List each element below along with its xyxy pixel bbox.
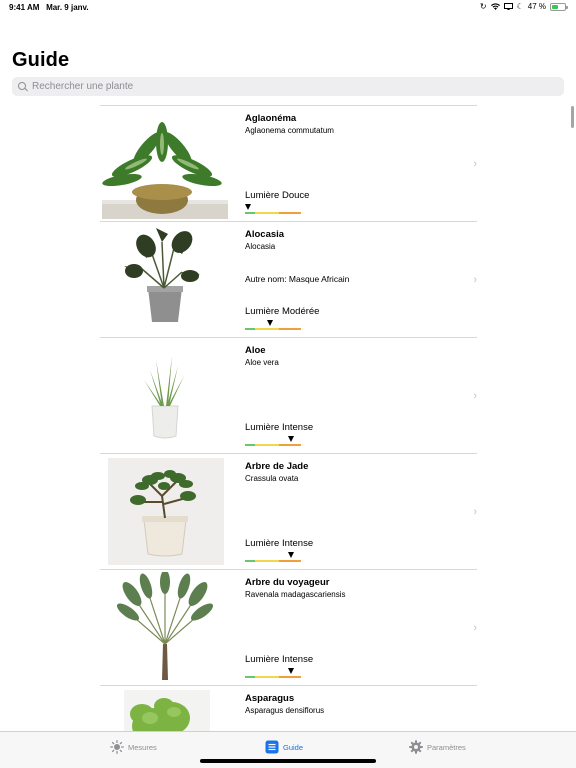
plant-name: Arbre du voyageur: [245, 577, 330, 588]
tab-parametres[interactable]: Paramètres: [409, 740, 466, 754]
meter-bar: [245, 560, 301, 562]
meter-pointer: [244, 204, 251, 210]
chevron-right-icon: ›: [473, 158, 477, 170]
chevron-right-icon: ›: [473, 506, 477, 518]
aglaonema-photo: [102, 108, 228, 219]
scrollbar[interactable]: [571, 106, 574, 128]
rotation-lock-icon: ↻: [479, 1, 487, 11]
moon-icon: ☾: [516, 1, 524, 11]
alocasia-photo: [102, 224, 228, 335]
chevron-right-icon: ›: [473, 274, 477, 286]
plant-name: Alocasia: [245, 229, 285, 240]
plant-other-name: Autre nom: Masque Africain: [245, 274, 350, 284]
light-meter: [245, 436, 301, 446]
plant-scientific-name: Alocasia: [245, 242, 276, 251]
meter-pointer: [267, 320, 274, 326]
light-label: Lumière Intense: [245, 654, 314, 665]
status-bar: 9:41 AM Mar. 9 janv. ↻ ☾ 47 %: [0, 0, 576, 16]
plant-scientific-name: Asparagus densiflorus: [245, 706, 325, 715]
plant-scientific-name: Aglaonema commutatum: [245, 126, 334, 135]
meter-bar: [245, 676, 301, 678]
screen-mirroring-icon: [503, 3, 513, 10]
tab-label: Guide: [283, 742, 304, 752]
plant-scientific-name: Crassula ovata: [245, 474, 299, 483]
plant-name: Arbre de Jade: [245, 461, 309, 472]
list-icon: [265, 740, 279, 754]
search-icon: [18, 81, 28, 92]
chevron-right-icon: ›: [473, 622, 477, 634]
status-icons: ↻ ☾ 47 %: [479, 1, 568, 11]
meter-pointer: [287, 436, 294, 442]
light-meter: [245, 552, 301, 562]
plant-scientific-name: Aloe vera: [245, 358, 279, 367]
tab-label: Paramètres: [427, 742, 466, 752]
light-meter: [245, 668, 301, 678]
plant-name: Aloe: [245, 345, 266, 356]
status-time: 9:41 AM Mar. 9 janv.: [9, 3, 89, 12]
sun-icon: [110, 740, 124, 754]
ravenala-photo: [102, 572, 228, 683]
light-meter: [244, 204, 301, 214]
search-bar[interactable]: [12, 77, 564, 96]
battery-percentage: 47 %: [527, 2, 546, 11]
meter-bar: [245, 328, 301, 330]
jade-photo: [102, 456, 228, 567]
tab-label: Mesures: [128, 742, 157, 752]
wifi-icon: [490, 3, 500, 10]
plant-row[interactable]: Arbre de Jade Crassula ovata Lumière Int…: [100, 454, 477, 570]
meter-bar: [245, 444, 301, 446]
plant-row[interactable]: Asparagus Asparagus densiflorus: [100, 686, 477, 731]
battery-fill: [552, 4, 558, 9]
light-label: Lumière Modérée: [245, 306, 320, 317]
asparagus-photo: [102, 688, 228, 731]
light-label: Lumière Douce: [245, 190, 310, 201]
plant-row[interactable]: Arbre du voyageur Ravenala madagascarien…: [100, 570, 477, 686]
plant-scientific-name: Ravenala madagascariensis: [245, 590, 346, 599]
tab-guide[interactable]: Guide: [265, 740, 303, 754]
page-title: Guide: [12, 49, 70, 71]
search-input[interactable]: [32, 81, 532, 92]
light-label: Lumière Intense: [245, 538, 314, 549]
light-label: Lumière Intense: [245, 422, 314, 433]
plant-row[interactable]: Aglaonéma Aglaonema commutatum Lumière D…: [100, 106, 477, 222]
aloe-photo: [102, 340, 228, 451]
tab-mesures[interactable]: Mesures: [110, 740, 157, 754]
gear-icon: [409, 740, 423, 754]
plant-list: Aglaonéma Aglaonema commutatum Lumière D…: [100, 105, 477, 731]
meter-pointer: [287, 552, 294, 558]
home-indicator: [200, 759, 376, 763]
meter-pointer: [287, 668, 294, 674]
battery-icon: [550, 2, 568, 11]
plant-row[interactable]: Alocasia Alocasia Autre nom: Masque Afri…: [100, 222, 477, 338]
light-meter: [245, 320, 301, 330]
plant-row[interactable]: Aloe Aloe vera Lumière Intense ›: [100, 338, 477, 454]
chevron-right-icon: ›: [473, 390, 477, 402]
plant-name: Aglaonéma: [245, 113, 297, 124]
plant-name: Asparagus: [245, 693, 295, 704]
meter-bar: [245, 212, 301, 214]
